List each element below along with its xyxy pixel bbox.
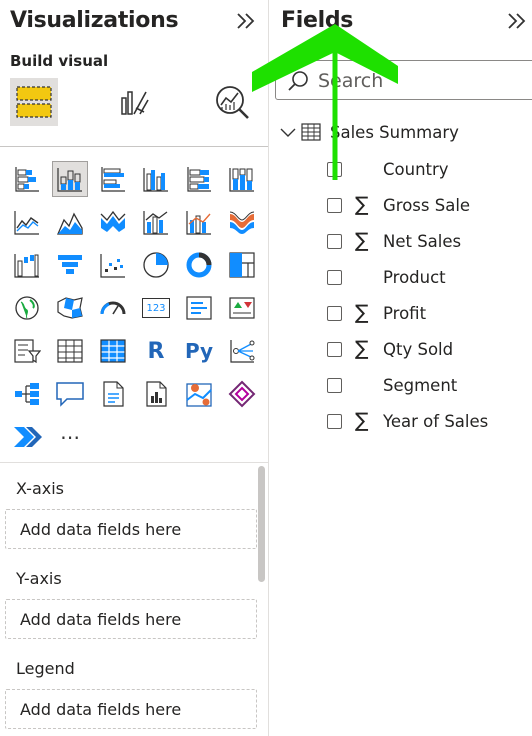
field-name: Segment: [383, 376, 458, 395]
sigma-icon: ∑: [355, 336, 369, 360]
collapse-fields-icon[interactable]: [505, 9, 529, 38]
map-icon[interactable]: [10, 291, 44, 325]
field-checkbox[interactable]: [327, 270, 342, 285]
field-item-qty-sold[interactable]: ∑ Qty Sold: [269, 332, 532, 368]
power-automate-icon[interactable]: [10, 420, 44, 454]
field-checkbox[interactable]: [327, 306, 342, 321]
pie-chart-icon[interactable]: [139, 248, 173, 282]
chevron-down-icon[interactable]: [279, 126, 297, 140]
field-item-segment[interactable]: Segment: [269, 368, 532, 404]
legend-drop-well[interactable]: Add data fields here: [5, 689, 257, 729]
stacked-bar-chart-icon[interactable]: [10, 162, 44, 196]
field-name: Country: [383, 160, 449, 179]
100-stacked-bar-chart-icon[interactable]: [182, 162, 216, 196]
fields-pane: Fields Search Sales Summary Country ∑ Gr…: [269, 0, 532, 736]
sigma-icon: ∑: [355, 192, 369, 216]
build-visual-label: Build visual: [10, 52, 109, 70]
table-icon[interactable]: [53, 334, 87, 368]
field-checkbox[interactable]: [327, 342, 342, 357]
field-name: Profit: [383, 304, 427, 323]
wells-scrollbar[interactable]: [258, 466, 265, 582]
field-checkbox[interactable]: [327, 234, 342, 249]
fields-title: Fields: [281, 8, 354, 33]
build-visual-tab[interactable]: [10, 78, 58, 126]
field-name: Qty Sold: [383, 340, 454, 359]
field-name: Gross Sale: [383, 196, 471, 215]
power-apps-icon[interactable]: [225, 377, 259, 411]
smart-narrative-icon[interactable]: [96, 377, 130, 411]
field-item-product[interactable]: Product: [269, 260, 532, 296]
area-chart-icon[interactable]: [53, 205, 87, 239]
table-icon: [301, 123, 321, 141]
more-visuals-icon[interactable]: ⋯: [53, 420, 87, 454]
scatter-chart-icon[interactable]: [96, 248, 130, 282]
field-checkbox[interactable]: [327, 198, 342, 213]
line-chart-icon[interactable]: [10, 205, 44, 239]
gauge-icon[interactable]: [96, 291, 130, 325]
legend-label: Legend: [16, 659, 75, 678]
analytics-tab[interactable]: [208, 80, 256, 124]
azure-map-icon[interactable]: [182, 377, 216, 411]
ribbon-chart-icon[interactable]: [225, 205, 259, 239]
y-axis-drop-well[interactable]: Add data fields here: [5, 599, 257, 639]
donut-chart-icon[interactable]: [182, 248, 216, 282]
line-and-clustered-column-chart-icon[interactable]: [182, 205, 216, 239]
field-name: Net Sales: [383, 232, 462, 251]
paginated-report-icon[interactable]: [139, 377, 173, 411]
format-visual-icon: [121, 91, 149, 115]
analytics-icon: [216, 86, 249, 119]
funnel-chart-icon[interactable]: [53, 248, 87, 282]
visualizations-pane: Visualizations Build visual 123 R Py ⋯ X…: [0, 0, 268, 736]
field-checkbox[interactable]: [327, 414, 342, 429]
r-script-visual-icon[interactable]: R: [139, 334, 173, 368]
clustered-column-chart-icon[interactable]: [139, 162, 173, 196]
treemap-icon[interactable]: [225, 248, 259, 282]
sigma-icon: ∑: [355, 408, 369, 432]
decomposition-tree-icon[interactable]: [10, 377, 44, 411]
field-name: Year of Sales: [383, 412, 489, 431]
tab-underline: [0, 146, 268, 147]
field-item-net-sales[interactable]: ∑ Net Sales: [269, 224, 532, 260]
line-and-stacked-column-chart-icon[interactable]: [139, 205, 173, 239]
x-axis-drop-well[interactable]: Add data fields here: [5, 509, 257, 549]
stacked-column-chart-icon[interactable]: [52, 161, 88, 197]
filled-map-icon[interactable]: [53, 291, 87, 325]
multi-row-card-icon[interactable]: [182, 291, 216, 325]
visualizations-title: Visualizations: [10, 8, 179, 33]
build-visual-icon: [16, 86, 52, 118]
field-name: Product: [383, 268, 446, 287]
wells-separator: [0, 462, 268, 463]
kpi-icon[interactable]: [225, 291, 259, 325]
sigma-icon: ∑: [355, 300, 369, 324]
qa-visual-icon[interactable]: [53, 377, 87, 411]
card-icon-label: 123: [142, 298, 170, 318]
field-item-profit[interactable]: ∑ Profit: [269, 296, 532, 332]
field-checkbox[interactable]: [327, 162, 342, 177]
sigma-icon: ∑: [355, 228, 369, 252]
format-visual-tab[interactable]: [110, 80, 158, 124]
card-icon[interactable]: 123: [139, 291, 173, 325]
matrix-icon[interactable]: [96, 334, 130, 368]
x-axis-label: X-axis: [16, 479, 64, 498]
slicer-icon[interactable]: [10, 334, 44, 368]
search-icon: [288, 71, 308, 91]
stacked-area-chart-icon[interactable]: [96, 205, 130, 239]
clustered-bar-chart-icon[interactable]: [96, 162, 130, 196]
field-item-year-of-sales[interactable]: ∑ Year of Sales: [269, 404, 532, 440]
collapse-visualizations-icon[interactable]: [234, 9, 258, 38]
100-stacked-column-chart-icon[interactable]: [225, 162, 259, 196]
python-visual-icon[interactable]: Py: [182, 334, 216, 368]
key-influencers-icon[interactable]: [225, 334, 259, 368]
fields-search-box[interactable]: Search: [275, 60, 532, 100]
field-item-country[interactable]: Country: [269, 152, 532, 188]
table-node-sales-summary[interactable]: Sales Summary: [269, 116, 532, 150]
waterfall-chart-icon[interactable]: [10, 248, 44, 282]
search-input[interactable]: Search: [318, 70, 383, 92]
table-name: Sales Summary: [330, 123, 459, 142]
field-checkbox[interactable]: [327, 378, 342, 393]
y-axis-label: Y-axis: [16, 569, 62, 588]
field-item-gross-sale[interactable]: ∑ Gross Sale: [269, 188, 532, 224]
